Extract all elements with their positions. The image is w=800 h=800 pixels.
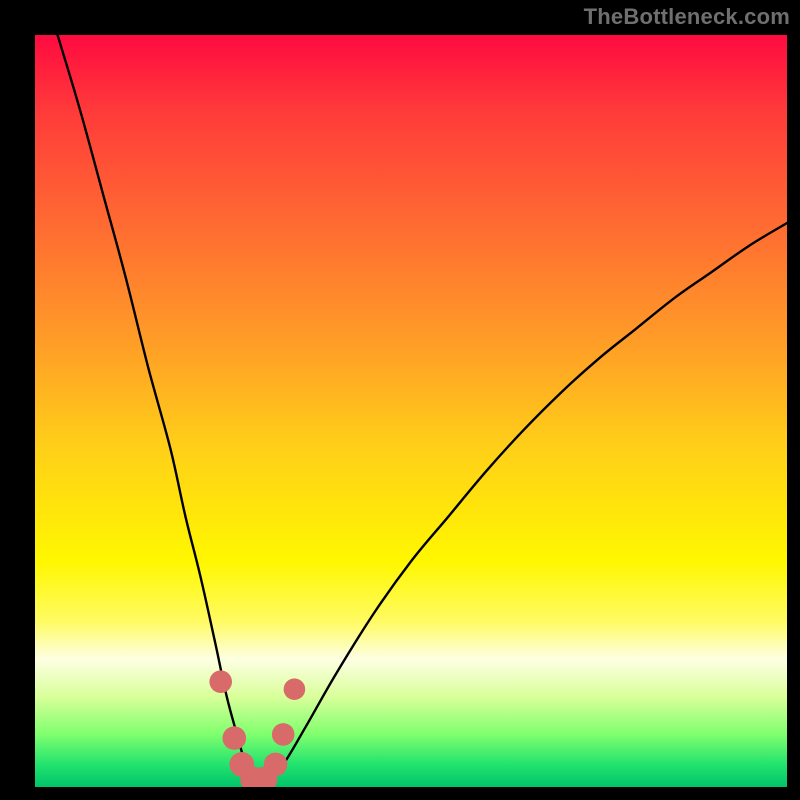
curve-marker bbox=[264, 753, 288, 777]
watermark-label: TheBottleneck.com bbox=[584, 4, 790, 30]
curve-marker bbox=[284, 678, 306, 700]
curve-marker bbox=[209, 670, 232, 693]
curve-marker bbox=[272, 723, 295, 746]
plot-area bbox=[35, 35, 787, 787]
bottleneck-curve bbox=[35, 35, 787, 785]
chart-frame: TheBottleneck.com bbox=[0, 0, 800, 800]
curve-svg bbox=[35, 35, 787, 787]
curve-markers bbox=[209, 670, 305, 787]
curve-marker bbox=[223, 726, 247, 750]
